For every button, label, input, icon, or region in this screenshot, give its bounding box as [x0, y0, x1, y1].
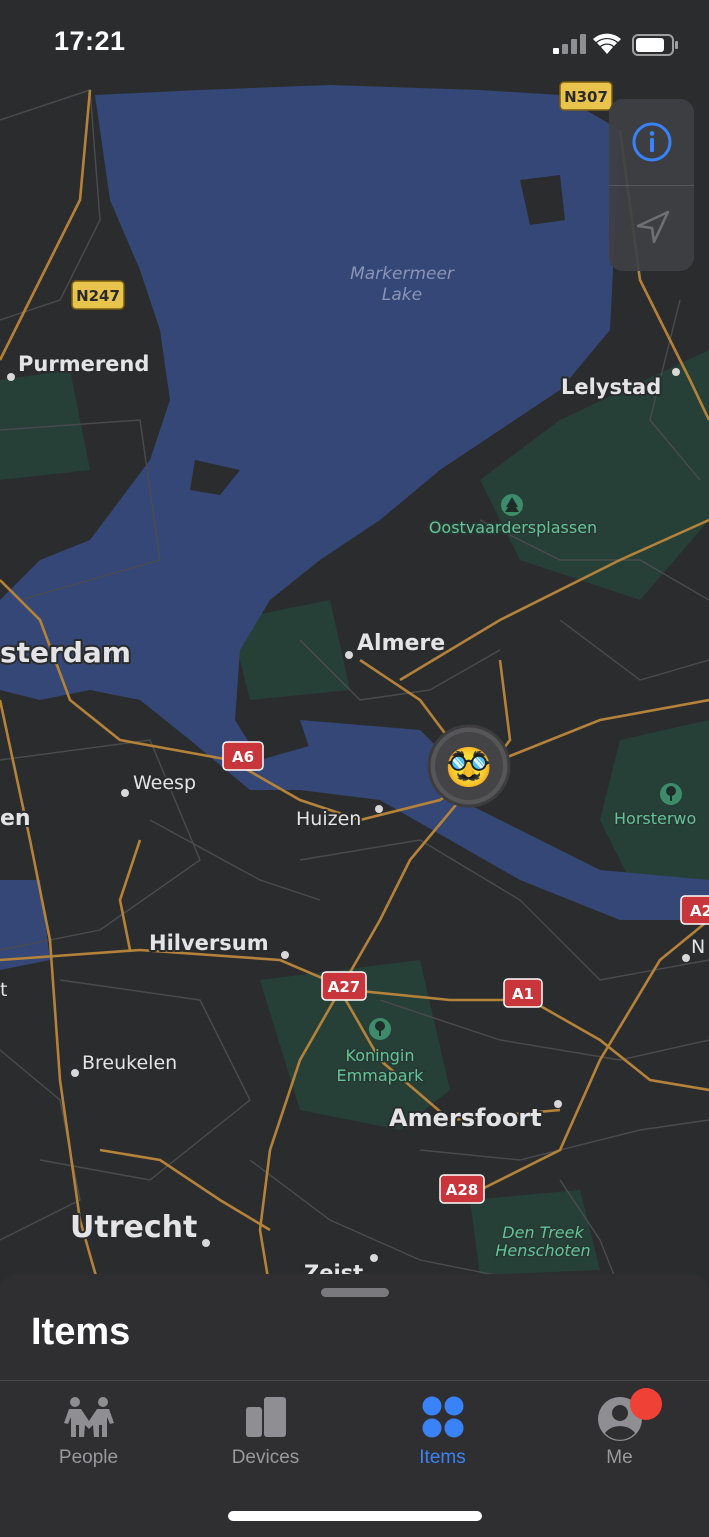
items-icon	[422, 1396, 463, 1438]
park-icon	[369, 1018, 391, 1040]
park-icon	[501, 494, 523, 516]
road-sign-n247: N247	[71, 280, 125, 310]
tab-me-label: Me	[606, 1447, 633, 1468]
cellular-signal-icon	[553, 34, 586, 54]
place-label-lelystad: Lelystad	[561, 375, 661, 399]
svg-text:A6: A6	[232, 748, 254, 766]
place-label-partial-t: t	[0, 979, 7, 1001]
place-label-huizen: Huizen	[296, 808, 361, 830]
place-label-partial-n: N	[691, 936, 705, 958]
notification-badge	[630, 1388, 662, 1420]
map-controls	[609, 99, 694, 271]
place-label-breukelen: Breukelen	[82, 1052, 177, 1074]
road-sign-a1: A1	[503, 978, 543, 1008]
items-sheet[interactable]: Items	[0, 1274, 709, 1380]
wifi-icon	[593, 33, 621, 54]
tab-devices-label: Devices	[231, 1447, 300, 1468]
tab-me[interactable]: Me	[531, 1381, 708, 1481]
tab-people[interactable]: People	[0, 1381, 177, 1481]
place-label-hilversum: Hilversum	[149, 931, 269, 955]
place-label-weesp: Weesp	[133, 772, 196, 794]
park-label-horsterwold: Horsterwo	[614, 809, 696, 828]
location-arrow-icon	[636, 210, 669, 244]
status-bar: 17:21	[0, 0, 709, 90]
current-location-button[interactable]	[609, 185, 694, 271]
park-label-oostvaardersplassen: Oostvaardersplassen	[429, 518, 597, 537]
svg-text:A28: A28	[446, 1181, 478, 1199]
place-label-purmerend: Purmerend	[18, 352, 149, 376]
svg-text:N307: N307	[564, 88, 608, 106]
place-label-utrecht: Utrecht	[70, 1210, 197, 1245]
place-label-almere: Almere	[357, 631, 445, 656]
place-label-amsterdam: sterdam	[0, 636, 131, 669]
park-label-den-treek: Den Treek	[502, 1223, 584, 1242]
road-sign-a27: A27	[321, 971, 367, 1001]
park-icon	[660, 783, 682, 805]
devices-icon	[245, 1397, 286, 1437]
home-indicator[interactable]	[228, 1511, 482, 1521]
svg-text:A27: A27	[328, 978, 360, 996]
water-label-markermeer: Markermeer	[350, 264, 455, 284]
svg-text:A2: A2	[690, 902, 709, 920]
map-view[interactable]: Markermeer Lake Purmerend Lelystad sterd…	[0, 0, 709, 1290]
people-icon	[63, 1397, 114, 1437]
status-time: 17:21	[54, 26, 126, 56]
place-label-amersfoort: Amersfoort	[389, 1104, 542, 1132]
status-icons	[553, 33, 678, 56]
tab-items-label: Items	[419, 1447, 466, 1468]
park-label-henschoten: Henschoten	[495, 1241, 590, 1260]
tab-devices[interactable]: Devices	[177, 1381, 354, 1481]
road-sign-a28: A28	[439, 1174, 485, 1204]
tab-items[interactable]: Items	[354, 1381, 531, 1481]
svg-text:A1: A1	[512, 985, 534, 1003]
road-sign-a6: A6	[222, 741, 264, 771]
place-label-partial-en: en	[0, 806, 31, 831]
item-location-marker[interactable]: 🥸	[427, 724, 511, 808]
road-sign-a2: A2	[680, 895, 709, 925]
park-label-emmapark: Emmapark	[337, 1066, 425, 1085]
svg-text:N247: N247	[76, 287, 120, 305]
info-icon	[632, 122, 671, 162]
water-label-lake: Lake	[382, 285, 422, 305]
disguise-face-icon: 🥸	[445, 746, 492, 789]
sheet-grabber[interactable]	[321, 1288, 389, 1297]
tab-people-label: People	[58, 1447, 119, 1468]
map-info-button[interactable]	[609, 99, 694, 185]
park-label-koningin: Koningin	[346, 1046, 415, 1065]
sheet-title: Items	[31, 1311, 131, 1353]
battery-icon	[632, 34, 678, 56]
